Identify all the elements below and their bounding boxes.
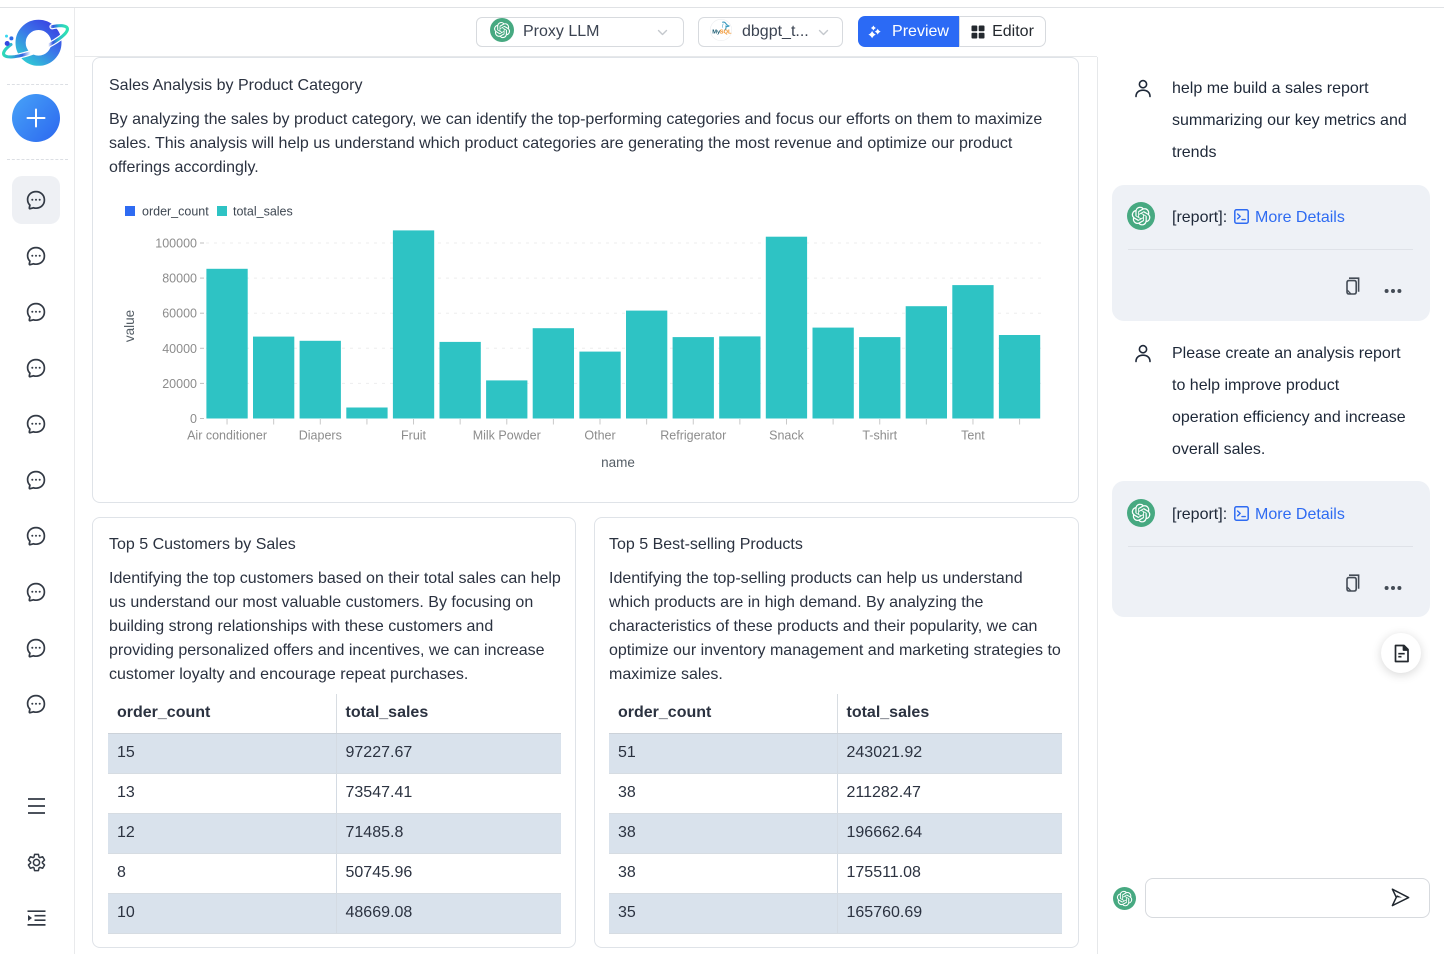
svg-text:total_sales: total_sales: [233, 205, 293, 219]
svg-text:order_count: order_count: [142, 205, 209, 219]
svg-text:Air conditioner: Air conditioner: [187, 429, 267, 443]
svg-text:Milk Powder: Milk Powder: [473, 429, 541, 443]
svg-text:100000: 100000: [155, 237, 197, 251]
svg-text:20000: 20000: [162, 377, 197, 391]
svg-text:Snack: Snack: [769, 429, 804, 443]
svg-text:Other: Other: [584, 429, 615, 443]
svg-text:value: value: [122, 310, 137, 342]
svg-text:Fruit: Fruit: [401, 429, 427, 443]
svg-text:Tent: Tent: [961, 429, 985, 443]
svg-text:T-shirt: T-shirt: [862, 429, 897, 443]
svg-text:SQL: SQL: [720, 29, 732, 35]
svg-text:name: name: [601, 455, 635, 470]
svg-text:80000: 80000: [162, 272, 197, 286]
svg-text:60000: 60000: [162, 307, 197, 321]
svg-text:40000: 40000: [162, 342, 197, 356]
svg-text:Diapers: Diapers: [299, 429, 342, 443]
svg-text:Refrigerator: Refrigerator: [660, 429, 726, 443]
svg-text:0: 0: [190, 412, 197, 426]
